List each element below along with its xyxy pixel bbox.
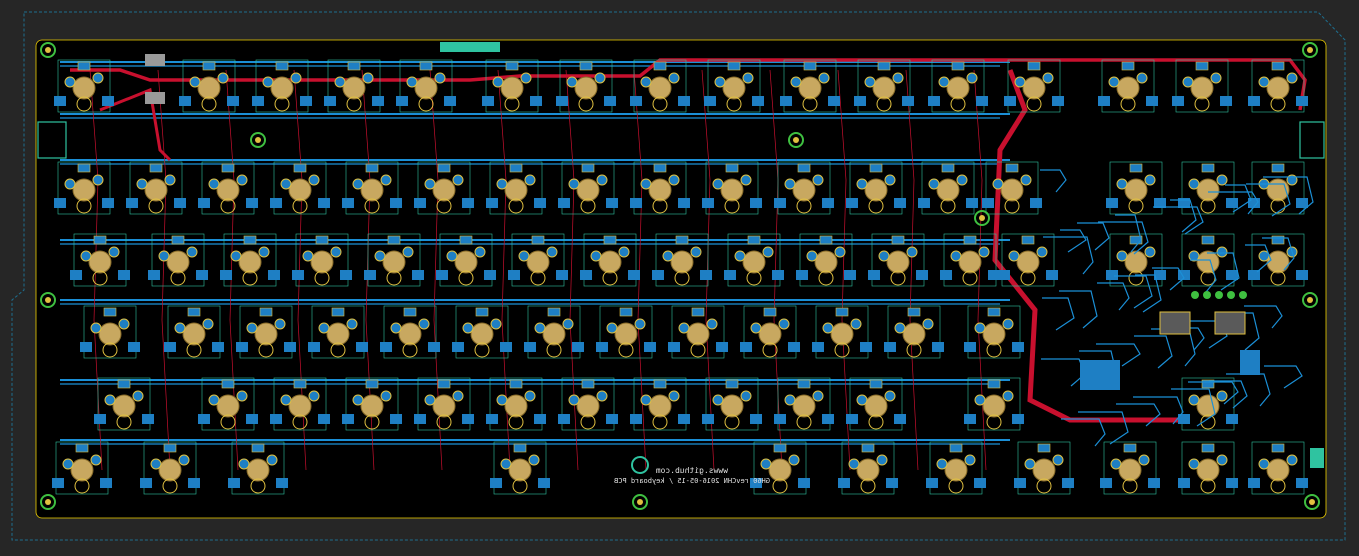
silkscreen-url-text: wwws.github.com bbox=[656, 466, 728, 475]
pcb-layout-view[interactable]: wwws.github.com GH60 revCHN 2016-05-15 /… bbox=[0, 0, 1359, 556]
silkscreen-board-text: GH60 revCHN 2016-05-15 / keyboard PCB bbox=[614, 477, 770, 485]
usb-connector bbox=[1310, 448, 1324, 468]
top-connector bbox=[440, 42, 500, 52]
pcb-canvas[interactable]: wwws.github.com GH60 revCHN 2016-05-15 /… bbox=[0, 0, 1359, 556]
mcu-chip bbox=[1080, 360, 1120, 390]
